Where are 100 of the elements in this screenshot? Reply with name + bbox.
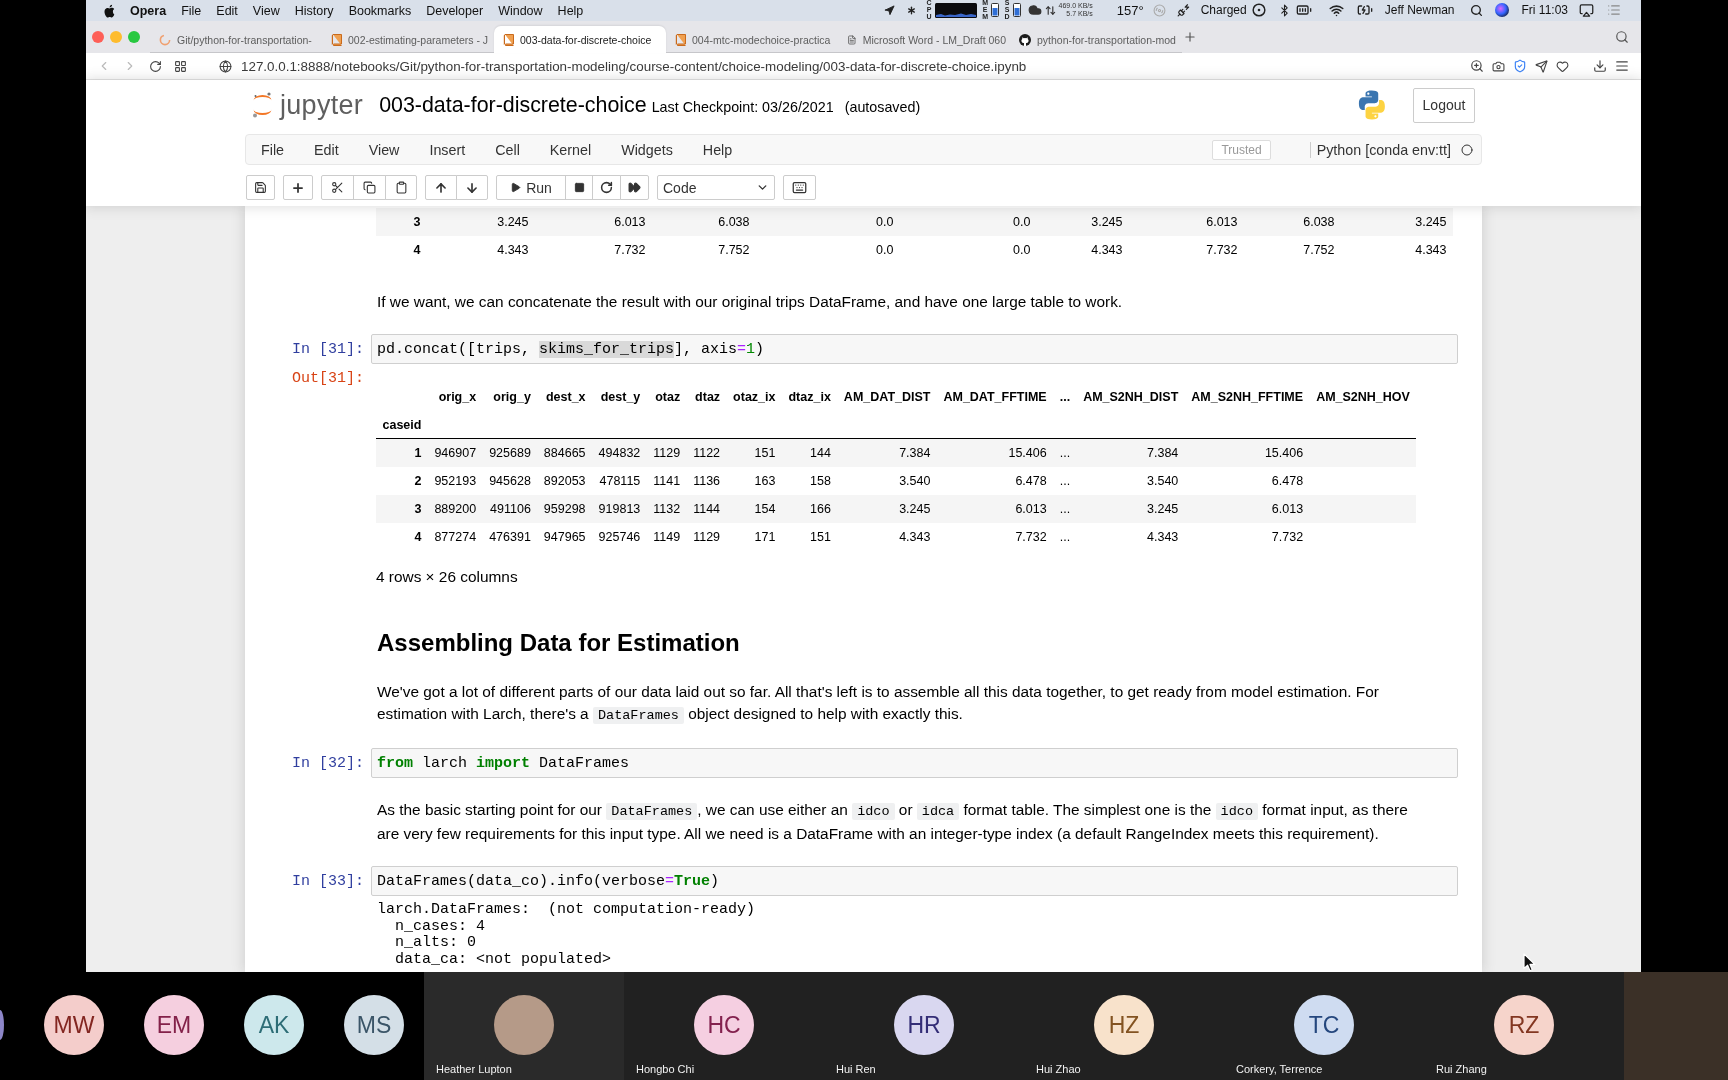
column-header: orig_x <box>437 389 478 406</box>
arrow-up-icon <box>434 180 448 195</box>
location-arrow-icon[interactable] <box>883 5 895 16</box>
meter-icon[interactable] <box>990 3 999 18</box>
browser-tab[interactable]: 003-data-for-discrete-choice <box>494 26 666 53</box>
participant-tile[interactable]: HC Hongbo Chi <box>624 972 824 1080</box>
initials-avatar: RZ <box>1494 995 1554 1055</box>
circle-dot-icon[interactable] <box>1251 3 1266 18</box>
browser-tab[interactable]: Microsoft Word - LM_Draft 060 <box>838 26 1010 53</box>
menu-item[interactable]: File <box>246 135 300 164</box>
menu-item[interactable]: Window <box>498 3 543 18</box>
heart-icon[interactable] <box>1556 59 1569 73</box>
move-down-button[interactable] <box>456 175 488 200</box>
menu-item[interactable]: Widgets <box>606 135 688 164</box>
table-cell-text: 158 <box>809 473 832 490</box>
cloud-icon[interactable] <box>1027 3 1042 18</box>
plug-icon[interactable] <box>1176 3 1191 18</box>
menu-item[interactable]: Opera <box>130 3 167 18</box>
url-field[interactable]: 127.0.0.1:8888/notebooks/Git/python-for-transportation-modeling/course-content/choice-modeling/003-data-for-discrete-choice.ipynb <box>241 58 1027 74</box>
shield-icon[interactable] <box>1513 59 1527 73</box>
table-cell-text: 6.478 <box>1014 473 1048 490</box>
zoom-in-icon[interactable] <box>1470 59 1484 73</box>
menu-item[interactable]: Developer <box>426 3 484 18</box>
menu-item[interactable]: File <box>181 3 202 18</box>
output-line: n_alts: 0 <box>394 935 477 952</box>
restart-button[interactable] <box>592 175 621 200</box>
insert-cell-button[interactable] <box>283 175 313 200</box>
menu-icon[interactable] <box>1615 59 1629 73</box>
code-editor[interactable]: from larch import DataFrames <box>371 748 1458 778</box>
cut-button[interactable] <box>321 175 354 200</box>
search-icon[interactable] <box>1469 4 1483 17</box>
participant-tile[interactable]: RZ Rui Zhang <box>1424 972 1624 1080</box>
browser-tab[interactable]: Git/python-for-transportation- <box>150 26 322 53</box>
display-icon[interactable] <box>1579 3 1594 18</box>
download-icon[interactable] <box>1593 59 1607 73</box>
column-header: dtaz <box>694 389 722 406</box>
participant-tile[interactable]: TC Corkery, Terrence <box>1224 972 1424 1080</box>
shortcuts-button[interactable] <box>783 175 816 200</box>
send-icon[interactable] <box>1535 59 1548 73</box>
menu-item[interactable]: Insert <box>414 135 481 164</box>
wifi-icon[interactable] <box>1328 3 1344 18</box>
table-cell-text: 0.0 <box>875 242 895 259</box>
meter-icon[interactable] <box>1012 3 1021 18</box>
menu-item[interactable]: Edit <box>299 135 354 164</box>
code-editor[interactable]: pd.concat([trips, skims_for_trips], axis=1) <box>371 334 1458 364</box>
menu-item[interactable]: Edit <box>216 3 238 18</box>
table-cell-text: 1136 <box>692 473 722 490</box>
logo-text[interactable]: jupyter <box>280 90 364 120</box>
grid-icon[interactable] <box>174 59 187 73</box>
menu-item[interactable]: Kernel <box>534 135 607 164</box>
copy-button[interactable] <box>353 175 386 200</box>
participant-tile[interactable]: HR Hui Ren <box>824 972 1024 1080</box>
menu-item[interactable]: Cell <box>480 135 535 164</box>
table-cell-text: 892053 <box>542 473 587 490</box>
globe-icon[interactable] <box>219 59 232 73</box>
stop-button[interactable] <box>565 175 593 200</box>
new-tab-icon[interactable] <box>1183 30 1197 44</box>
run-all-button[interactable] <box>620 175 649 200</box>
logout-button[interactable]: Logout <box>1413 87 1475 123</box>
stop-icon <box>573 182 585 193</box>
menu-item[interactable]: View <box>252 3 280 18</box>
browser-tab[interactable]: 004-mtc-modechoice-practica <box>666 26 838 53</box>
apple-icon[interactable] <box>103 3 115 18</box>
table-cell-text: 947965 <box>542 529 587 546</box>
table-cell-text: 1149 <box>652 529 682 546</box>
camera-icon[interactable] <box>1492 59 1505 73</box>
orb-icon[interactable] <box>1494 3 1509 18</box>
menu-item[interactable]: Help <box>557 3 584 18</box>
menu-item[interactable]: Bookmarks <box>348 3 412 18</box>
menu-item[interactable]: Help <box>687 135 748 164</box>
document-icon <box>847 33 857 46</box>
menu-item[interactable]: View <box>353 135 415 164</box>
run-button[interactable]: Run <box>496 175 566 200</box>
code-editor[interactable]: DataFrames(data_co).info(verbose=True) <box>371 866 1458 896</box>
battery-status[interactable]: Charged <box>1200 3 1247 18</box>
browser-tab[interactable]: 002-estimating-parameters - J <box>322 26 494 53</box>
user-name[interactable]: Jeff Newman <box>1384 3 1455 18</box>
participant-name: Hui Zhao <box>1036 1063 1081 1075</box>
table-cell-text: 0.0 <box>1012 214 1032 231</box>
temperature-reading[interactable]: 157° <box>1116 3 1144 18</box>
move-up-button[interactable] <box>425 175 457 200</box>
table-cell-text: 1144 <box>692 501 722 518</box>
up-down-arrows-icon[interactable] <box>1044 5 1056 16</box>
participant-tile[interactable]: HZ Hui Zhao <box>1024 972 1224 1080</box>
clock[interactable]: Fri 11:03 <box>1521 3 1568 18</box>
table-cell-text: 7.732 <box>1014 529 1048 546</box>
browser-tab[interactable]: python-for-transportation-mod <box>1010 26 1182 53</box>
table-cell-text: 3.245 <box>898 501 932 518</box>
menu-item[interactable]: History <box>294 3 334 18</box>
table-cell-text: 919813 <box>597 501 642 518</box>
kernel-name[interactable]: Python [conda env:tt] <box>1309 141 1451 158</box>
notebook-title[interactable]: 003-data-for-discrete-choice <box>379 92 647 118</box>
activity-graph[interactable] <box>934 3 977 18</box>
cell-type-select[interactable]: Code <box>657 175 775 200</box>
table-cell-text: 151 <box>753 445 777 462</box>
arcs-logo-icon[interactable] <box>252 92 273 118</box>
save-button[interactable] <box>246 175 275 200</box>
reload-icon[interactable] <box>149 59 162 73</box>
paste-button[interactable] <box>385 175 417 200</box>
participant-tile[interactable]: Heather Lupton <box>424 972 624 1080</box>
